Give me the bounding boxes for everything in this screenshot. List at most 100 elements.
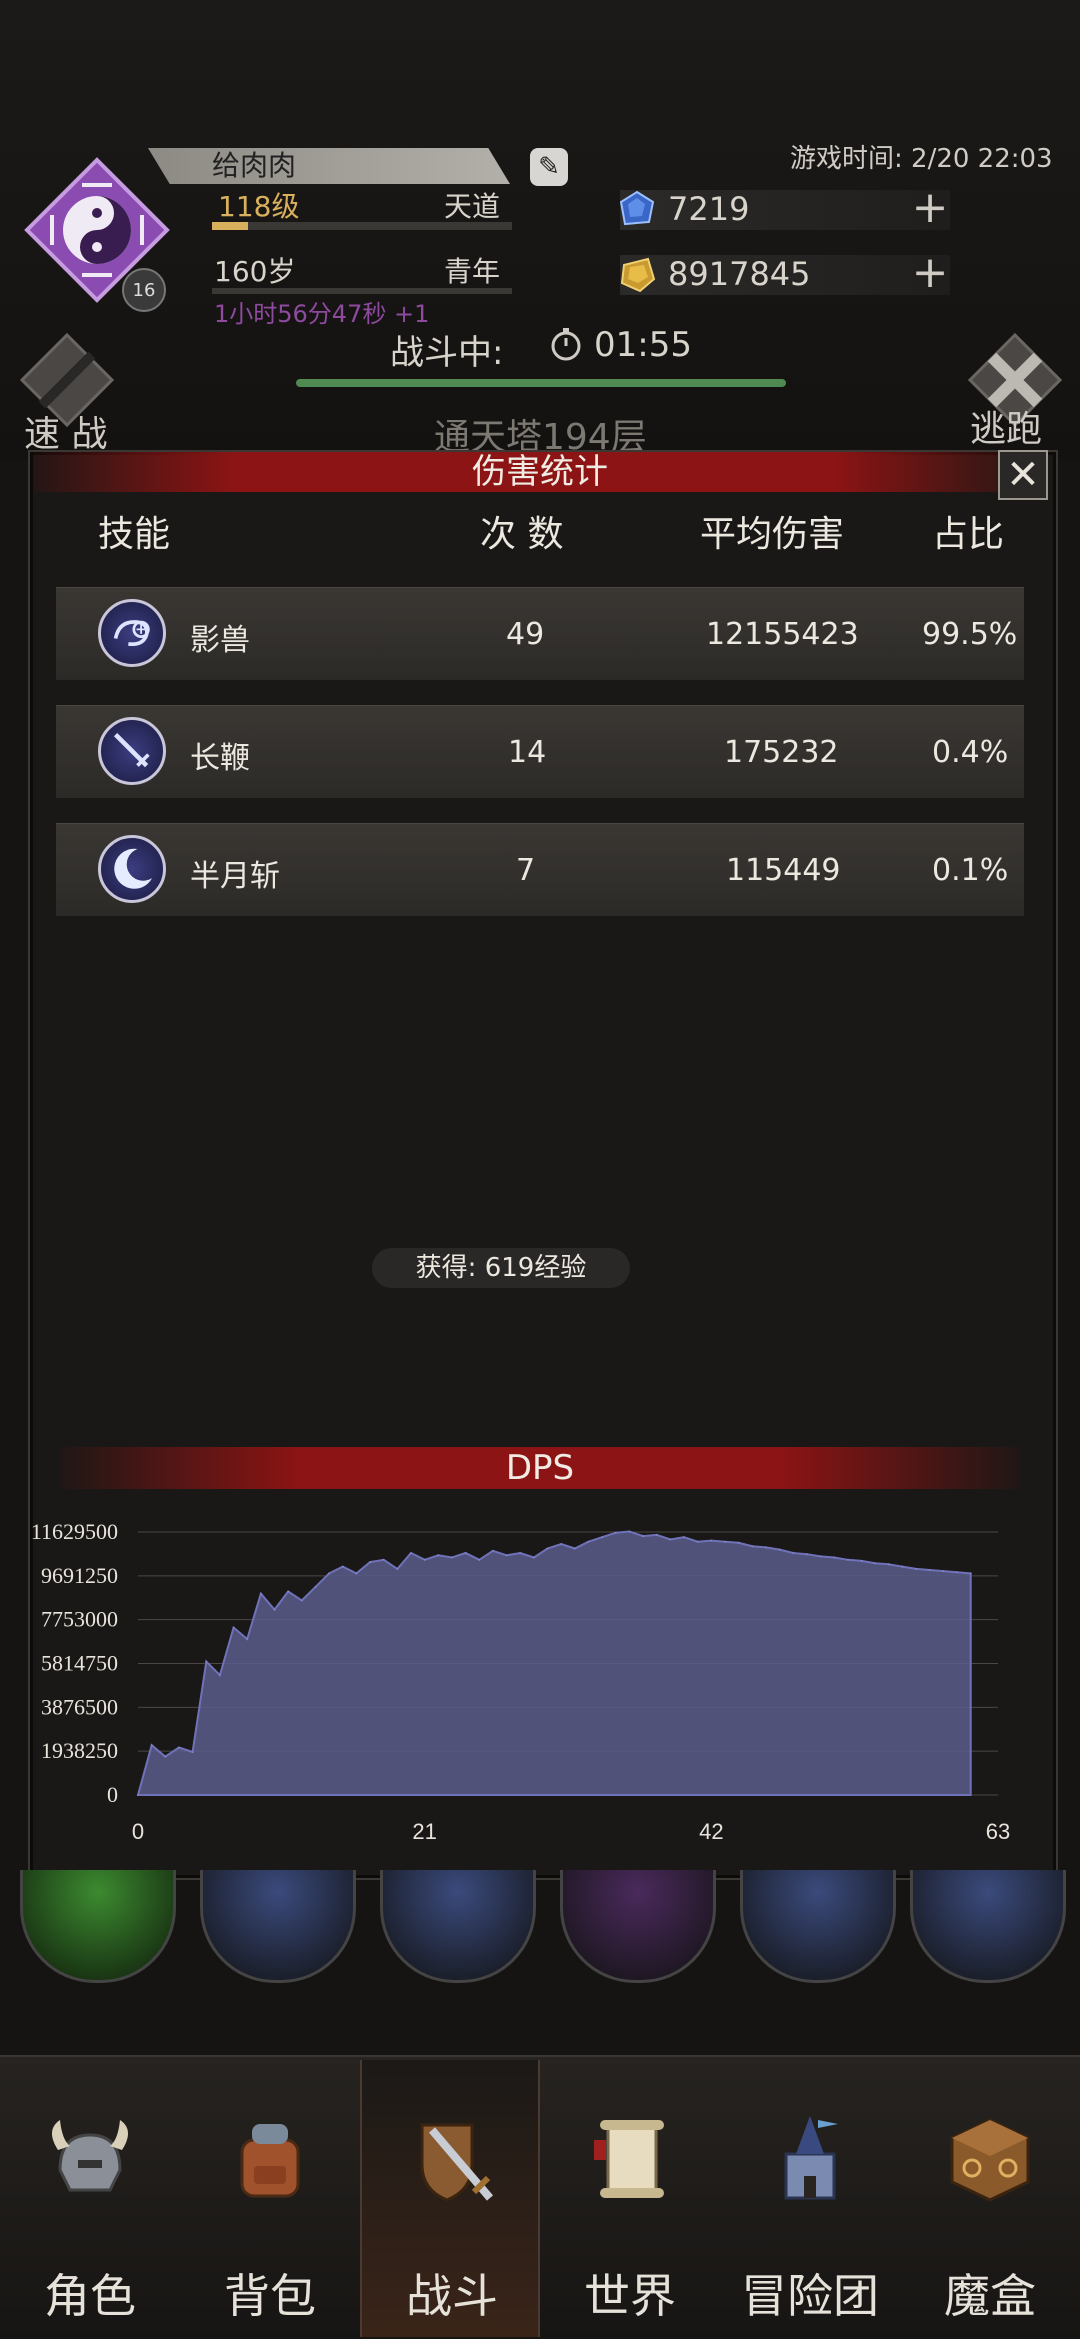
nav-bag[interactable]: 背包: [180, 2060, 360, 2337]
header-avg-damage: 平均伤害: [700, 514, 845, 555]
dps-data-point: [260, 1592, 262, 1595]
skill-count: 14: [508, 735, 547, 770]
player-realm: 天道: [444, 190, 501, 223]
x-tick-label: 42: [699, 1819, 723, 1844]
header-ratio: 占比: [932, 514, 1005, 555]
game-time: 游戏时间: 2/20 22:03: [790, 144, 1053, 174]
x-tick-label: 0: [132, 1819, 144, 1844]
dps-data-point: [642, 1535, 644, 1537]
dps-data-point: [505, 1554, 508, 1557]
battle-status: 战斗中:: [390, 333, 504, 373]
skill-orb[interactable]: [560, 1870, 716, 1983]
dps-data-point: [246, 1638, 248, 1640]
dps-data-point: [942, 1570, 945, 1572]
dps-data-point: [533, 1556, 535, 1559]
dps-data-point: [369, 1561, 371, 1563]
dps-data-point: [423, 1559, 426, 1561]
castle-icon: [784, 2116, 838, 2200]
close-button[interactable]: ✕: [998, 450, 1048, 500]
dps-data-point: [519, 1552, 521, 1554]
edit-icon[interactable]: ✎: [530, 148, 568, 186]
skill-orb[interactable]: [740, 1870, 896, 1983]
dps-data-point: [273, 1608, 276, 1611]
dps-title: DPS: [505, 1448, 575, 1488]
dps-data-point: [437, 1554, 440, 1557]
dps-data-point: [655, 1534, 658, 1536]
player-life-stage: 青年: [444, 255, 501, 288]
x-tick-label: 21: [412, 1819, 436, 1844]
dps-data-point: [628, 1530, 631, 1533]
gold-amount: 8917845: [668, 255, 811, 293]
skill-ratio: 99.5%: [922, 617, 1018, 652]
dps-data-point: [696, 1540, 699, 1543]
dps-data-point: [928, 1569, 931, 1571]
skill-name: 影兽: [190, 623, 250, 658]
skill-avg-damage: 175232: [724, 735, 839, 770]
nav-battle[interactable]: 战斗: [360, 2060, 540, 2337]
dps-data-point: [150, 1744, 153, 1746]
nav-label: 背包: [224, 2269, 316, 2323]
dps-data-point: [724, 1540, 726, 1543]
flee-button[interactable]: 逃跑: [970, 400, 1042, 452]
header-skill: 技能: [98, 514, 171, 555]
dps-data-point: [710, 1539, 713, 1542]
skill-count: 7: [516, 853, 536, 888]
player-age: 160岁: [214, 255, 296, 288]
nav-label: 世界: [584, 2269, 676, 2323]
dps-data-point: [396, 1568, 399, 1570]
skill-orb[interactable]: [910, 1870, 1066, 1983]
battle-progress-bar: [296, 379, 786, 387]
dps-data-point: [737, 1542, 740, 1544]
dps-data-point: [205, 1660, 208, 1663]
dps-data-point: [765, 1546, 767, 1549]
dps-data-point: [669, 1538, 672, 1541]
dps-data-point: [806, 1553, 808, 1555]
dps-data-point: [819, 1555, 822, 1558]
skill-orb[interactable]: [380, 1870, 536, 1983]
nav-role[interactable]: 角色: [0, 2060, 180, 2337]
blue-gem-icon: [619, 190, 655, 226]
skill-orb[interactable]: [200, 1870, 356, 1983]
dps-data-point: [191, 1751, 194, 1753]
dps-data-point: [232, 1626, 235, 1629]
nav-magic-box[interactable]: 魔盒: [900, 2060, 1080, 2337]
dps-data-point: [847, 1559, 849, 1561]
player-name: 给肉肉: [148, 148, 510, 184]
sword-shield-icon: [420, 2123, 494, 2202]
skill-orb[interactable]: [20, 1870, 176, 1983]
crescent-moon-icon: [98, 835, 166, 903]
add-gold-button[interactable]: +: [910, 251, 950, 295]
dps-data-point: [328, 1572, 330, 1575]
dps-data-point: [464, 1552, 467, 1554]
dps-chart: 11629500 9691250 7753000 5814750 3876500 1938…: [31, 1519, 1010, 1844]
dps-data-point: [382, 1559, 385, 1561]
helmet-icon: [51, 2120, 129, 2192]
dps-data-point: [574, 1547, 576, 1550]
close-icon[interactable]: ✕: [1006, 452, 1040, 498]
scroll-icon: [594, 2120, 664, 2198]
dps-data-point: [342, 1565, 344, 1568]
dps-data-point: [969, 1572, 972, 1575]
dps-data-point: [860, 1560, 863, 1562]
dps-area-series: [136, 1530, 972, 1796]
player-level: 118级: [218, 190, 300, 223]
offline-timer: 1小时56分47秒 +1: [214, 300, 430, 328]
dps-data-point: [560, 1543, 562, 1545]
skill-avg-damage: 115449: [726, 853, 841, 888]
dps-data-point: [915, 1568, 917, 1570]
y-tick-label: 7753000: [41, 1607, 118, 1632]
nav-world[interactable]: 世界: [540, 2060, 720, 2337]
dps-data-point: [451, 1556, 453, 1559]
dps-data-point: [314, 1586, 317, 1588]
nav-adventure-team[interactable]: 冒险团: [720, 2060, 900, 2337]
shadow-beast-icon: [98, 599, 166, 667]
dps-data-point: [219, 1674, 221, 1676]
quick-battle-button[interactable]: 速 战: [24, 405, 107, 457]
x-tick-label: 63: [986, 1819, 1010, 1844]
dps-data-point: [164, 1755, 167, 1758]
dps-data-point: [956, 1571, 958, 1573]
dps-data-point: [888, 1563, 890, 1566]
header-count: 次 数: [480, 514, 564, 555]
y-tick-label: 5814750: [41, 1651, 118, 1676]
add-gems-button[interactable]: +: [910, 186, 950, 230]
